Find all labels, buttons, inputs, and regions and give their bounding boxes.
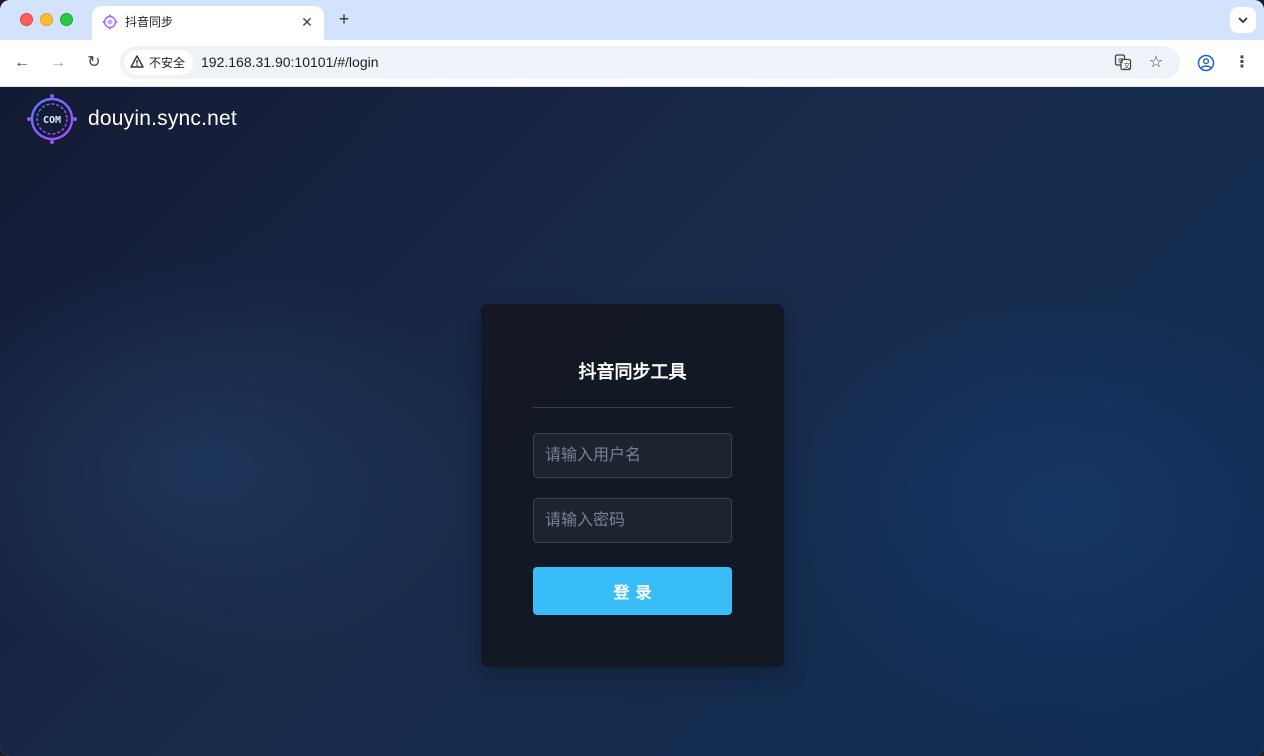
- login-title: 抖音同步工具: [578, 362, 687, 382]
- login-button[interactable]: 登录: [533, 567, 732, 615]
- site-header: COM douyin.sync.net: [26, 93, 237, 145]
- security-indicator[interactable]: 不安全: [124, 50, 194, 75]
- new-tab-button[interactable]: +: [334, 9, 354, 29]
- tab-title: 抖音同步: [125, 15, 174, 29]
- back-button[interactable]: ←: [11, 52, 33, 74]
- tab-strip: 抖音同步 ✕ +: [0, 0, 1264, 40]
- tab-close-icon[interactable]: ✕: [298, 13, 316, 31]
- browser-window: 抖音同步 ✕ + ← → ↻ 不安全 192.168.31.90:10101/#…: [0, 0, 1264, 756]
- security-label: 不安全: [149, 56, 186, 70]
- login-card: 抖音同步工具 登录: [481, 304, 784, 667]
- tab-favicon-icon: [102, 14, 118, 30]
- warning-triangle-icon: [130, 55, 144, 70]
- forward-button[interactable]: →: [47, 52, 69, 74]
- translate-icon[interactable]: G文: [1113, 53, 1133, 73]
- username-input[interactable]: [533, 433, 732, 478]
- menu-dots-icon[interactable]: ⋮: [1231, 52, 1253, 74]
- svg-text:文: 文: [1123, 61, 1130, 70]
- bookmark-star-icon[interactable]: ☆: [1146, 53, 1166, 73]
- browser-tab[interactable]: 抖音同步 ✕: [92, 6, 324, 40]
- site-name: douyin.sync.net: [88, 107, 237, 130]
- tab-search-button[interactable]: [1230, 7, 1256, 33]
- title-divider: [533, 407, 732, 408]
- logo-text: COM: [43, 115, 61, 126]
- page-viewport: COM douyin.sync.net 抖音同步工具 登录: [0, 87, 1264, 756]
- password-input[interactable]: [533, 498, 732, 543]
- address-bar[interactable]: 不安全 192.168.31.90:10101/#/login G文 ☆: [120, 46, 1180, 79]
- browser-toolbar: ← → ↻ 不安全 192.168.31.90:10101/#/login G文…: [0, 40, 1264, 87]
- profile-icon[interactable]: [1195, 52, 1217, 74]
- maximize-window-button[interactable]: [60, 13, 73, 26]
- reload-button[interactable]: ↻: [83, 52, 105, 74]
- url-text[interactable]: 192.168.31.90:10101/#/login: [201, 54, 379, 71]
- minimize-window-button[interactable]: [40, 13, 53, 26]
- close-window-button[interactable]: [20, 13, 33, 26]
- site-logo[interactable]: COM: [26, 93, 78, 145]
